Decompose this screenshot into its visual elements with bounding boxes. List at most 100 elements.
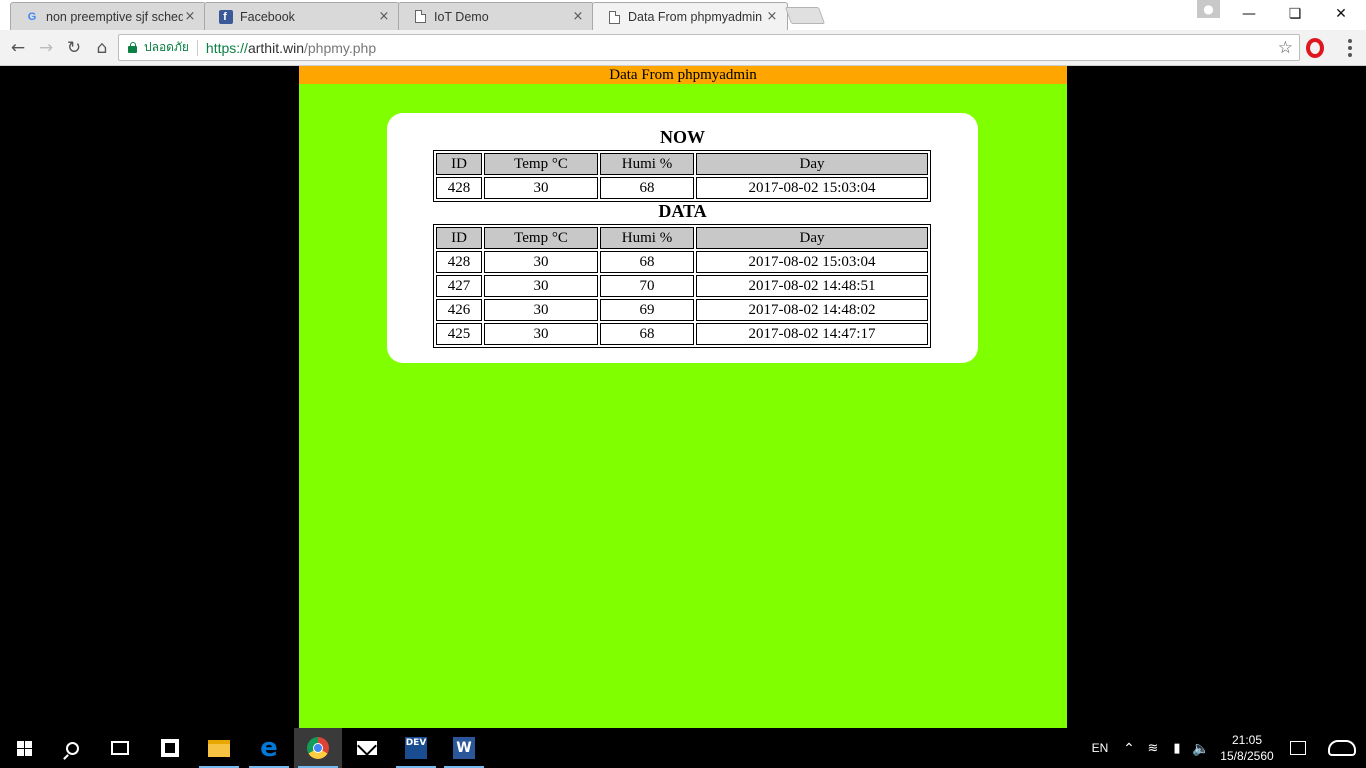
lock-icon — [128, 42, 137, 53]
close-icon[interactable]: × — [571, 9, 585, 24]
table-row: 427 30 70 2017-08-02 14:48:51 — [436, 275, 928, 297]
table-cell: 68 — [600, 251, 694, 273]
close-window-button[interactable]: ✕ — [1318, 0, 1364, 28]
browser-toolbar: ← → ↻ ⌂ ปลอดภัย https:// arthit.win /php… — [0, 30, 1366, 66]
mail-button[interactable] — [343, 728, 391, 768]
start-button[interactable] — [0, 728, 48, 768]
search-button[interactable] — [48, 728, 96, 768]
page-header: Data From phpmyadmin — [299, 66, 1067, 84]
home-icon[interactable]: ⌂ — [90, 36, 114, 60]
devcpp-button[interactable]: DEV — [392, 728, 440, 768]
table-row: 428 30 68 2017-08-02 15:03:04 — [436, 177, 928, 199]
table-cell: 68 — [600, 323, 694, 345]
tab-strip: G non preemptive sjf sched × f Facebook … — [0, 0, 1366, 31]
table-cell: 2017-08-02 14:48:02 — [696, 299, 928, 321]
language-indicator[interactable]: EN — [1086, 728, 1114, 768]
browser-viewport: Data From phpmyadmin NOW ID Temp °C Humi… — [0, 66, 1366, 728]
mail-icon — [357, 741, 377, 755]
column-header: ID — [436, 227, 482, 249]
url-host: arthit.win — [247, 39, 304, 56]
forward-icon[interactable]: → — [34, 36, 58, 60]
table-cell: 68 — [600, 177, 694, 199]
system-clock[interactable]: 21:05 15/8/2560 — [1212, 732, 1282, 764]
task-view-button[interactable] — [96, 728, 144, 768]
volume-icon[interactable]: 🔈 — [1190, 728, 1212, 768]
table-cell: 426 — [436, 299, 482, 321]
bookmark-star-icon[interactable]: ☆ — [1278, 38, 1293, 58]
url-path: /phpmy.php — [303, 39, 377, 56]
column-header: Temp °C — [484, 153, 598, 175]
battery-icon[interactable]: ▮ — [1166, 728, 1188, 768]
opera-extension-icon[interactable] — [1306, 38, 1324, 58]
table-cell: 69 — [600, 299, 694, 321]
column-header: ID — [436, 153, 482, 175]
table-cell: 425 — [436, 323, 482, 345]
tab-iot-demo[interactable]: IoT Demo × — [398, 2, 594, 30]
table-header-row: ID Temp °C Humi % Day — [436, 227, 928, 249]
windows-taskbar: e DEV W EN ⌃ ≋ ▮ 🔈 21:05 15/8/2560 — [0, 728, 1366, 768]
notification-icon — [1290, 741, 1306, 755]
word-icon: W — [453, 737, 475, 759]
table-cell: 2017-08-02 15:03:04 — [696, 251, 928, 273]
file-explorer-button[interactable] — [195, 728, 243, 768]
store-icon — [161, 739, 179, 757]
onedrive-button[interactable] — [1322, 728, 1362, 768]
action-center-button[interactable] — [1286, 728, 1310, 768]
task-view-icon — [111, 741, 129, 755]
table-cell: 30 — [484, 299, 598, 321]
close-icon[interactable]: × — [765, 10, 779, 24]
table-cell: 30 — [484, 251, 598, 273]
column-header: Humi % — [600, 153, 694, 175]
column-header: Day — [696, 153, 928, 175]
table-cell: 428 — [436, 177, 482, 199]
clock-time: 21:05 — [1231, 733, 1263, 747]
column-header: Day — [696, 227, 928, 249]
divider — [196, 39, 198, 56]
document-icon — [608, 10, 620, 24]
column-header: Humi % — [600, 227, 694, 249]
folder-icon — [208, 739, 230, 757]
minimize-button[interactable]: — — [1226, 0, 1272, 28]
table-row: 426 30 69 2017-08-02 14:48:02 — [436, 299, 928, 321]
chrome-button[interactable] — [294, 728, 342, 768]
chevron-up-icon[interactable]: ⌃ — [1118, 728, 1140, 768]
restore-button[interactable]: ❏ — [1272, 0, 1318, 28]
menu-icon[interactable] — [1340, 36, 1360, 60]
tab-data-from-phpmyadmin[interactable]: Data From phpmyadmin × — [592, 2, 788, 31]
new-tab-button[interactable] — [784, 7, 826, 24]
clock-date: 15/8/2560 — [1220, 749, 1274, 763]
close-icon[interactable]: × — [377, 9, 391, 24]
windows-logo-icon — [16, 740, 32, 756]
reload-icon[interactable]: ↻ — [62, 36, 86, 60]
table-cell: 428 — [436, 251, 482, 273]
url-scheme: https:// — [205, 39, 248, 56]
store-app-button[interactable] — [146, 728, 194, 768]
tab-google-search[interactable]: G non preemptive sjf sched × — [10, 2, 206, 30]
table-cell: 2017-08-02 14:48:51 — [696, 275, 928, 297]
table-header-row: ID Temp °C Humi % Day — [436, 153, 928, 175]
page-body: Data From phpmyadmin NOW ID Temp °C Humi… — [299, 66, 1067, 728]
word-button[interactable]: W — [440, 728, 488, 768]
wifi-icon[interactable]: ≋ — [1142, 728, 1164, 768]
chrome-icon — [307, 737, 329, 759]
profile-icon[interactable]: ● — [1197, 0, 1220, 18]
column-header: Temp °C — [484, 227, 598, 249]
document-icon — [414, 10, 426, 23]
back-icon[interactable]: ← — [6, 36, 30, 60]
data-card: NOW ID Temp °C Humi % Day 428 30 68 2017… — [387, 113, 978, 363]
tab-facebook[interactable]: f Facebook × — [204, 2, 400, 30]
table-cell: 427 — [436, 275, 482, 297]
now-title: NOW — [660, 127, 705, 147]
address-bar[interactable]: ปลอดภัย https:// arthit.win /phpmy.php ☆ — [118, 34, 1300, 61]
tab-title: Data From phpmyadmin — [628, 10, 763, 24]
table-cell: 70 — [600, 275, 694, 297]
tab-title: non preemptive sjf sched — [46, 9, 183, 24]
edge-button[interactable]: e — [245, 728, 293, 768]
tab-title: Facebook — [240, 9, 295, 24]
table-row: 425 30 68 2017-08-02 14:47:17 — [436, 323, 928, 345]
close-icon[interactable]: × — [183, 9, 197, 24]
secure-label: ปลอดภัย — [144, 40, 189, 54]
search-icon — [65, 741, 79, 755]
facebook-icon: f — [219, 9, 233, 24]
data-title: DATA — [658, 201, 707, 221]
